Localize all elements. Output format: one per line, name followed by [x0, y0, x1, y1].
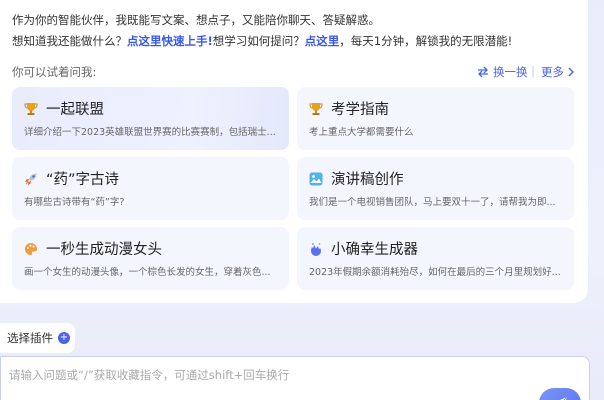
- suggestion-card[interactable]: 演讲稿创作 我们是一个电视销售团队，马上要双十一了，请帮我为即...: [297, 157, 574, 220]
- suggestion-desc: 我们是一个电视销售团队，马上要双十一了，请帮我为即...: [309, 197, 556, 208]
- suggestion-title: 一秒生成动漫女头: [46, 242, 162, 258]
- how-to-ask-link[interactable]: 点这里: [305, 34, 340, 48]
- divider: |: [531, 64, 535, 78]
- more-button[interactable]: 更多: [541, 64, 575, 80]
- swap-icon: [478, 66, 488, 78]
- suggestion-card[interactable]: 一起联盟 详细介绍一下2023英雄联盟世界赛的比赛赛制，包括瑞士...: [12, 87, 289, 150]
- send-icon: [560, 396, 568, 400]
- chevron-right-icon: [568, 67, 574, 77]
- swap-button[interactable]: 换一换: [477, 64, 528, 80]
- composer: [0, 356, 590, 400]
- swap-label: 换一换: [493, 65, 528, 79]
- suggestion-desc: 考上重点大学都需要什么: [309, 127, 414, 138]
- suggestion-desc: 2023年假期余额消耗殆尽，如何在最后的三个月里规划好...: [309, 267, 561, 278]
- chat-welcome-card: 作为你的智能伙伴，我既能写文案、想点子，又能陪你聊天、答疑解惑。 想知道我还能做…: [0, 0, 588, 303]
- quick-start-link[interactable]: 点这里快速上手!: [127, 34, 213, 48]
- suggestion-title: “药”字古诗: [46, 172, 120, 188]
- image-icon: [309, 172, 323, 185]
- send-button[interactable]: [539, 388, 581, 400]
- suggestion-desc: 画一个女生的动漫头像，一个棕色长发的女生，穿着灰色...: [24, 267, 271, 278]
- message-input[interactable]: [9, 367, 529, 397]
- trophy-icon: [24, 102, 38, 115]
- suggestion-desc: 详细介绍一下2023英雄联盟世界赛的比赛赛制，包括瑞士...: [24, 127, 276, 138]
- suggestion-card[interactable]: “药”字古诗 有哪些古诗带有“药”字?: [12, 157, 289, 220]
- intro-text-b: 想学习如何提问？: [212, 34, 305, 48]
- suggestion-card[interactable]: 小确幸生成器 2023年假期余额消耗殆尽，如何在最后的三个月里规划好...: [297, 227, 574, 290]
- rocket-icon: [25, 173, 37, 185]
- intro-help-line: 想知道我还能做什么？点这里快速上手!想学习如何提问？点这里，每天1分钟，解锁我的…: [12, 33, 512, 49]
- suggestion-title: 一起联盟: [46, 102, 104, 118]
- suggestions-label: 你可以试着问我:: [12, 65, 97, 79]
- suggestion-title: 小确幸生成器: [331, 242, 418, 258]
- suggestion-card[interactable]: 考学指南 考上重点大学都需要什么: [297, 87, 574, 150]
- sparkle-icon: [311, 242, 321, 256]
- plus-icon: +: [58, 332, 70, 344]
- suggestion-title: 演讲稿创作: [331, 172, 404, 188]
- intro-text-a: 想知道我还能做什么？: [12, 34, 127, 48]
- suggestion-title: 考学指南: [331, 102, 389, 118]
- suggestion-card[interactable]: 一秒生成动漫女头 画一个女生的动漫头像，一个棕色长发的女生，穿着灰色...: [12, 227, 289, 290]
- suggestion-desc: 有哪些古诗带有“药”字?: [24, 197, 125, 208]
- select-plugin-button[interactable]: 选择插件 +: [0, 323, 75, 353]
- intro-text-c: ，每天1分钟，解锁我的无限潜能!: [339, 34, 513, 48]
- intro-text: 作为你的智能伙伴，我既能写文案、想点子，又能陪你聊天、答疑解惑。: [12, 13, 380, 27]
- trophy-icon: [309, 102, 323, 115]
- more-label: 更多: [541, 65, 564, 79]
- plugin-label: 选择插件: [7, 331, 53, 345]
- palette-icon: [25, 242, 38, 255]
